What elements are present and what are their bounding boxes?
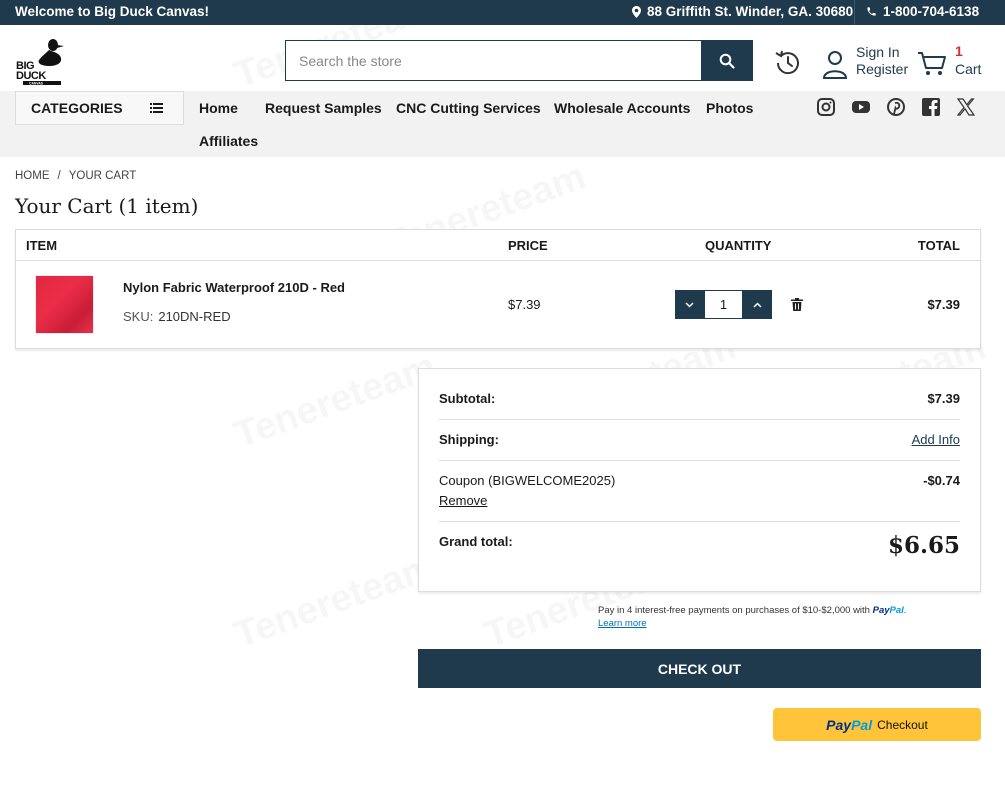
- table-header: ITEM PRICE QUANTITY TOTAL: [16, 230, 980, 261]
- nav-item-wholesale[interactable]: Wholesale Accounts: [554, 100, 690, 116]
- nav-item-affiliates[interactable]: Affiliates: [199, 133, 258, 149]
- breadcrumb-current: YOUR CART: [68, 170, 137, 182]
- youtube-icon[interactable]: [852, 98, 870, 116]
- quantity-input[interactable]: [704, 290, 743, 319]
- cart-icon[interactable]: [917, 48, 947, 78]
- product-name[interactable]: Nylon Fabric Waterproof 210D - Red: [123, 280, 345, 295]
- cart-link[interactable]: Cart: [955, 61, 981, 77]
- sign-in-link[interactable]: Sign In: [856, 44, 908, 61]
- column-header-item: ITEM: [26, 238, 58, 253]
- paypal-logo-text: PayPal: [873, 605, 904, 616]
- subtotal-value: $7.39: [927, 391, 960, 406]
- remove-coupon-link[interactable]: Remove: [439, 493, 487, 508]
- paypal-brand-pal: Pal: [889, 605, 904, 616]
- nav-item-cnc-cutting[interactable]: CNC Cutting Services: [396, 100, 541, 116]
- paypal-message-period: .: [903, 605, 907, 616]
- sku-value: 210DN-RED: [158, 309, 231, 324]
- product-sku: SKU: 210DN-RED: [123, 309, 231, 324]
- subtotal-label: Subtotal:: [439, 391, 496, 406]
- paypal-button-pal: Pal: [851, 716, 873, 733]
- instagram-icon[interactable]: [817, 98, 835, 116]
- quantity-decrease-button[interactable]: [675, 290, 704, 319]
- paypal-checkout-button[interactable]: PayPal Checkout: [773, 708, 981, 741]
- paypal-logo: PayPal: [826, 717, 872, 733]
- chevron-down-icon: [685, 301, 694, 308]
- paypal-pay-later-message: Pay in 4 interest-free payments on purch…: [598, 604, 906, 630]
- welcome-text: Welcome to Big Duck Canvas!: [15, 4, 210, 19]
- categories-label: CATEGORIES: [31, 100, 123, 116]
- facebook-icon[interactable]: [922, 98, 940, 116]
- paypal-checkout-label: Checkout: [877, 717, 928, 732]
- product-price: $7.39: [508, 297, 541, 312]
- svg-text:CANVAS: CANVAS: [29, 81, 44, 85]
- page-title: Your Cart (1 item): [15, 194, 199, 218]
- search-icon: [719, 53, 735, 69]
- location-pin-icon: [632, 5, 641, 18]
- search-bar: [285, 40, 753, 81]
- chevron-up-icon: [753, 301, 762, 308]
- cart-table: ITEM PRICE QUANTITY TOTAL Nylon Fabric W…: [15, 229, 981, 349]
- store-phone[interactable]: 1-800-704-6138: [866, 4, 979, 19]
- search-button[interactable]: [701, 41, 752, 80]
- big-duck-logo[interactable]: BIG DUCK CANVAS: [15, 36, 67, 86]
- breadcrumb-separator: /: [57, 170, 61, 182]
- pinterest-icon[interactable]: [887, 98, 905, 116]
- svg-text:DUCK: DUCK: [16, 70, 46, 82]
- trash-icon[interactable]: [791, 298, 803, 311]
- product-image[interactable]: [35, 275, 94, 334]
- paypal-button-pay: Pay: [826, 716, 852, 733]
- account-links: Sign In Register: [856, 44, 908, 78]
- breadcrumb: HOME / YOUR CART: [15, 170, 136, 182]
- paypal-message-text: Pay in 4 interest-free payments on purch…: [598, 605, 870, 616]
- categories-menu-button[interactable]: CATEGORIES: [15, 91, 184, 125]
- quantity-increase-button[interactable]: [743, 290, 772, 319]
- shipping-row: Shipping: Add Info: [439, 420, 960, 461]
- search-input[interactable]: [286, 41, 702, 80]
- x-icon[interactable]: [957, 98, 975, 116]
- order-summary: Subtotal: $7.39 Shipping: Add Info Coupo…: [418, 368, 981, 592]
- address-text: 88 Griffith St. Winder, GA. 30680: [647, 4, 854, 19]
- product-total: $7.39: [927, 297, 960, 312]
- phone-text: 1-800-704-6138: [883, 4, 980, 19]
- coupon-value: -$0.74: [923, 473, 960, 488]
- column-header-quantity: QUANTITY: [705, 238, 772, 253]
- learn-more-link[interactable]: Learn more: [598, 617, 906, 630]
- quantity-stepper: [675, 290, 772, 319]
- coupon-row: Coupon (BIGWELCOME2025) -$0.74 Remove: [439, 461, 960, 522]
- column-header-price: PRICE: [508, 238, 548, 253]
- grand-total-value: $6.65: [887, 532, 960, 559]
- divider: [854, 0, 855, 25]
- coupon-label: Coupon (BIGWELCOME2025): [439, 473, 616, 488]
- grand-total-label: Grand total:: [439, 534, 513, 549]
- history-icon[interactable]: [773, 48, 803, 78]
- checkout-button[interactable]: CHECK OUT: [418, 649, 981, 688]
- sku-label: SKU:: [123, 309, 154, 324]
- subtotal-row: Subtotal: $7.39: [439, 369, 960, 420]
- watermark: Tenereteam: [229, 345, 442, 457]
- watermark: Tenereteam: [229, 545, 442, 657]
- store-address[interactable]: 88 Griffith St. Winder, GA. 30680: [632, 4, 853, 19]
- column-header-total: TOTAL: [917, 238, 960, 253]
- phone-icon: [867, 7, 876, 16]
- paypal-brand-pay: Pay: [872, 605, 890, 616]
- nav-item-request-samples[interactable]: Request Samples: [265, 100, 382, 116]
- nav-item-photos[interactable]: Photos: [706, 100, 753, 116]
- add-shipping-info-link[interactable]: Add Info: [912, 432, 960, 447]
- cart-count-badge: 1: [955, 43, 963, 59]
- user-icon[interactable]: [822, 49, 848, 79]
- shipping-label: Shipping:: [439, 432, 499, 447]
- nav-item-home[interactable]: Home: [199, 100, 238, 116]
- list-menu-icon: [150, 103, 163, 113]
- top-bar: Welcome to Big Duck Canvas! 88 Griffith …: [0, 0, 1005, 25]
- breadcrumb-home[interactable]: HOME: [15, 170, 50, 182]
- register-link[interactable]: Register: [856, 61, 908, 78]
